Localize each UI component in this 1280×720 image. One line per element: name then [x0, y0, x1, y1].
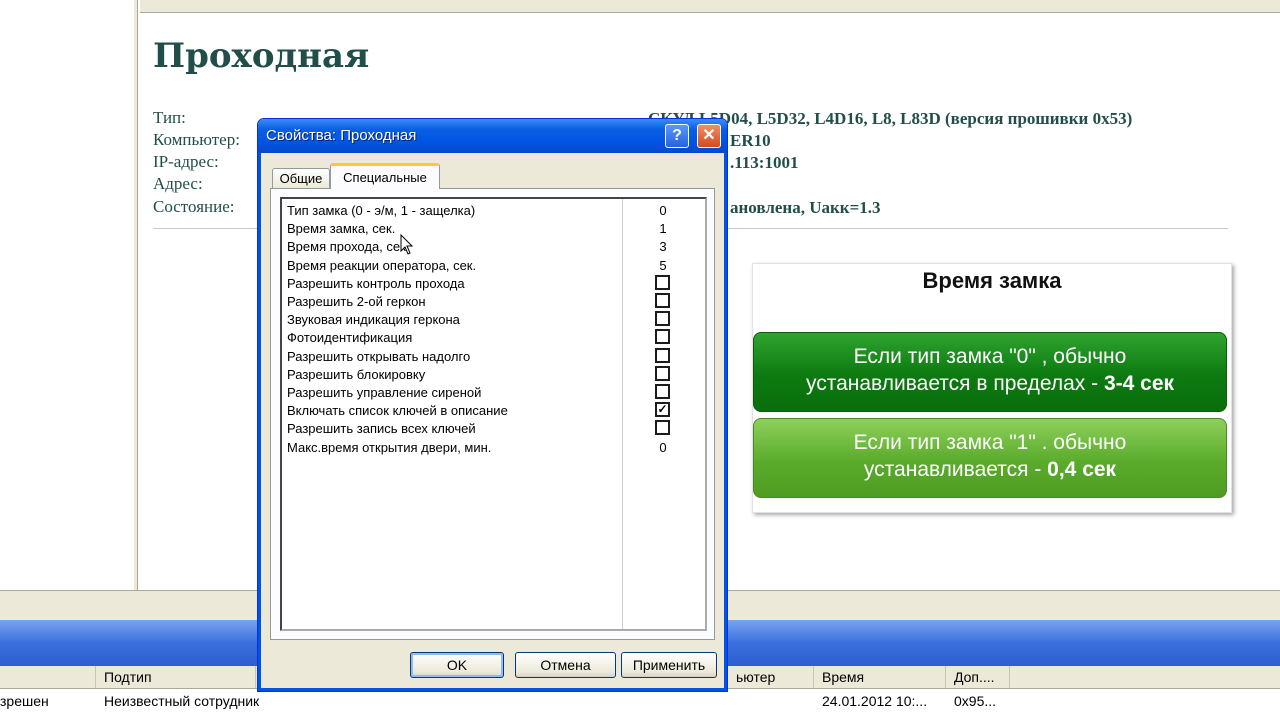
property-label: Включать список ключей в описание — [287, 403, 508, 419]
property-checkbox[interactable] — [655, 329, 670, 345]
property-row[interactable]: Разрешить открывать надолго — [282, 347, 705, 366]
address-label: Адрес: — [153, 174, 203, 193]
property-value[interactable]: 5 — [657, 258, 669, 273]
property-label: Макс.время открытия двери, мин. — [287, 439, 492, 455]
hint-lock-type-1-line2: устанавливается - 0,4 сек — [754, 456, 1226, 483]
content-top-edge — [140, 0, 1280, 13]
state-label: Состояние: — [153, 197, 235, 216]
computer-value: ER10 — [730, 131, 771, 150]
pane-splitter[interactable] — [134, 0, 138, 590]
state-value: ановлена, Uакк=1.3 — [730, 198, 881, 217]
ip-address-value: .113:1001 — [730, 153, 799, 172]
table-cell[interactable]: 0x95... — [954, 693, 996, 709]
hint-lock-type-0: Если тип замка "0" , обычно устанавливае… — [753, 332, 1227, 412]
property-label: Разрешить открывать надолго — [287, 348, 471, 364]
ok-button[interactable]: OK — [410, 652, 504, 678]
dialog-border — [724, 153, 727, 691]
property-checkbox[interactable] — [655, 384, 670, 399]
column-header-extra[interactable]: Доп.... — [946, 666, 1010, 688]
table-cell[interactable]: 24.01.2012 10:... — [822, 693, 927, 709]
property-row[interactable]: Разрешить запись всех ключей — [282, 420, 705, 438]
property-row[interactable]: Тип замка (0 - э/м, 1 - защелка) 0 — [282, 202, 705, 220]
tab-special[interactable]: Специальные — [330, 163, 440, 189]
tab-general[interactable]: Общие — [272, 168, 330, 188]
property-row[interactable]: Включать список ключей в описание ✓ — [282, 402, 705, 420]
property-checkbox[interactable] — [655, 311, 670, 327]
hint-lock-type-1-line1: Если тип замка "1" . обычно — [853, 431, 1127, 454]
column-header-subtype[interactable]: Подтип — [96, 666, 256, 688]
dialog-title: Свойства: Проходная — [266, 127, 417, 144]
column-header-empty[interactable] — [0, 666, 96, 688]
property-checkbox[interactable] — [655, 365, 670, 381]
property-checkbox[interactable] — [655, 293, 670, 308]
property-row[interactable]: Время прохода, сек. 3 — [282, 238, 705, 256]
hint-box: Время замка Если тип замка "0" , обычно … — [752, 263, 1232, 513]
dialog-titlebar[interactable]: Свойства: Проходная ? ✕ — [258, 119, 727, 153]
properties-dialog: Свойства: Проходная ? ✕ Общие Специальны… — [257, 118, 728, 692]
column-header-computer[interactable]: ьютер — [728, 666, 814, 688]
property-label: Звуковая индикация геркона — [287, 312, 460, 328]
property-label: Разрешить контроль прохода — [287, 275, 465, 291]
page-title: Проходная — [153, 36, 370, 76]
property-row[interactable]: Разрешить блокировку — [282, 365, 705, 384]
hint-value: 3-4 сек — [1103, 372, 1175, 395]
mouse-cursor-icon — [400, 234, 414, 255]
property-checkbox[interactable] — [655, 420, 670, 436]
hint-lock-type-1: Если тип замка "1" . обычно устанавливае… — [753, 418, 1227, 498]
property-row[interactable]: Разрешить управление сиреной — [282, 384, 705, 402]
property-row[interactable]: Время замка, сек. 1 — [282, 220, 705, 238]
property-checkbox-checked[interactable]: ✓ — [655, 402, 670, 418]
property-value[interactable]: 0 — [657, 440, 669, 455]
close-button[interactable]: ✕ — [697, 124, 721, 148]
property-label: Время реакции оператора, сек. — [287, 257, 477, 273]
property-row[interactable]: Время реакции оператора, сек. 5 — [282, 257, 705, 275]
property-value[interactable]: 3 — [657, 239, 669, 254]
help-button[interactable]: ? — [665, 124, 689, 148]
property-row[interactable]: Макс.время открытия двери, мин. 0 — [282, 439, 705, 457]
hint-lock-type-0-line1: Если тип замка "0" , обычно — [853, 345, 1127, 368]
hint-title: Время замка — [922, 268, 1062, 293]
hint-value: 0,4 сек — [1047, 458, 1117, 481]
property-label: Разрешить блокировку — [287, 366, 426, 382]
property-row[interactable]: Звуковая индикация геркона — [282, 311, 705, 329]
property-label: Разрешить управление сиреной — [287, 385, 482, 400]
column-header-time[interactable]: Время — [814, 666, 946, 688]
property-checkbox[interactable] — [655, 274, 670, 290]
property-label: Фотоидентификация — [287, 330, 413, 346]
table-cell[interactable]: Неизвестный сотрудник — [104, 693, 259, 709]
hint-text: устанавливается - — [863, 458, 1048, 481]
event-list: зрешен Неизвестный сотрудник 24.01.2012 … — [0, 689, 1280, 720]
dialog-border — [258, 153, 261, 691]
computer-label: Компьютер: — [153, 130, 240, 149]
properties-grid: Тип замка (0 - э/м, 1 - защелка) 0 Время з… — [280, 197, 707, 631]
property-label: Разрешить 2-ой геркон — [287, 294, 426, 309]
type-label: Тип: — [153, 108, 186, 127]
property-label: Время прохода, сек. — [287, 239, 410, 255]
cancel-button[interactable]: Отмена — [515, 652, 616, 678]
dialog-border — [258, 688, 727, 691]
hint-lock-type-0-line2: устанавливается в пределах - 3-4 сек — [754, 370, 1226, 397]
table-cell[interactable]: зрешен — [0, 693, 49, 709]
property-value[interactable]: 1 — [657, 221, 669, 236]
property-row[interactable]: Разрешить контроль прохода — [282, 274, 705, 293]
ip-address-label: IP-адрес: — [153, 152, 219, 171]
property-label: Разрешить запись всех ключей — [287, 421, 476, 437]
property-label: Время замка, сек. — [287, 221, 396, 237]
property-value[interactable]: 0 — [657, 203, 669, 218]
hint-text: устанавливается в пределах - — [805, 372, 1104, 395]
left-pane — [0, 0, 135, 590]
property-checkbox[interactable] — [655, 347, 670, 363]
property-row[interactable]: Разрешить 2-ой геркон — [282, 293, 705, 311]
apply-button[interactable]: Применить — [621, 652, 717, 678]
property-label: Тип замка (0 - э/м, 1 - защелка) — [287, 203, 476, 218]
property-row[interactable]: Фотоидентификация — [282, 329, 705, 347]
